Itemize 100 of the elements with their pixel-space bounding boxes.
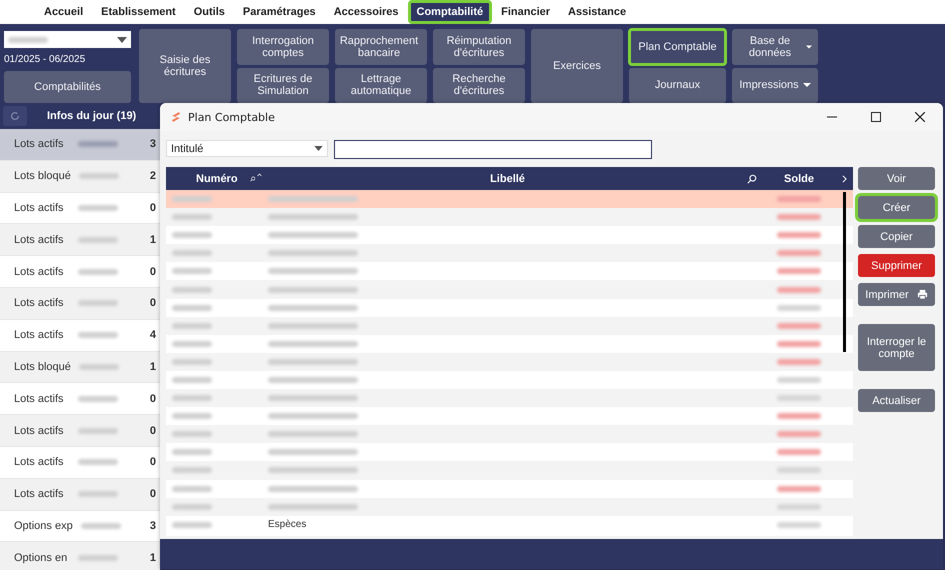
caret-icon: [806, 44, 812, 49]
ribbon-button[interactable]: Ecritures de Simulation: [237, 68, 329, 103]
redacted-text: [172, 196, 212, 202]
redacted-text: [78, 268, 118, 275]
search-icon[interactable]: [250, 174, 256, 184]
info-row[interactable]: Lots actifs 0: [0, 288, 160, 320]
menu-item[interactable]: Etablissement: [93, 1, 184, 23]
refresh-button[interactable]: [3, 106, 27, 126]
table-row[interactable]: [166, 190, 853, 208]
app-logo-icon: [170, 111, 182, 123]
redacted-text: [78, 364, 119, 370]
info-label: Lots actifs: [14, 297, 65, 310]
redacted-text: [172, 214, 212, 220]
redacted-text: [172, 304, 212, 311]
redacted-text: [172, 358, 212, 365]
info-row[interactable]: Lots bloqué 1: [0, 352, 160, 384]
info-row[interactable]: Lots actifs 0: [0, 415, 160, 447]
info-count: 1: [150, 360, 156, 373]
column-header[interactable]: Numéro: [166, 167, 262, 190]
action-button[interactable]: Voir: [858, 167, 935, 190]
info-row[interactable]: Lots actifs 3: [0, 129, 160, 161]
info-count: 0: [150, 392, 156, 405]
info-label: Lots actifs: [14, 266, 65, 278]
info-label: Lots actifs: [14, 424, 65, 437]
filter-dropdown[interactable]: Intitulé: [166, 140, 328, 157]
redacted-text: [78, 173, 119, 180]
redacted-text: [172, 286, 212, 293]
table-row[interactable]: [166, 208, 853, 226]
info-label: Lots actifs: [14, 234, 65, 246]
maximize-icon[interactable]: [871, 112, 881, 122]
action-button[interactable]: Interroger le compte: [858, 324, 935, 371]
ribbon-button[interactable]: Exercices: [531, 29, 623, 103]
search-icon[interactable]: [747, 174, 757, 184]
info-label: Options en: [14, 552, 68, 564]
info-row[interactable]: Lots bloqué 2: [0, 160, 160, 193]
info-label: Lots bloqué: [14, 170, 71, 182]
menu-item[interactable]: Accueil: [36, 1, 92, 23]
redacted-text: [172, 522, 212, 528]
info-label: Lots bloqué: [14, 360, 71, 373]
info-count: 0: [150, 297, 156, 310]
ribbon-button[interactable]: Plan Comptable: [629, 29, 726, 64]
ribbon-button[interactable]: Réimputation d'écritures: [433, 29, 525, 64]
info-label: Lots actifs: [14, 202, 65, 214]
redacted-text: [172, 486, 212, 492]
ribbon-button[interactable]: Rapprochement bancaire: [335, 29, 427, 64]
scrollbar[interactable]: [843, 192, 846, 352]
redacted-text: [78, 396, 118, 402]
redacted-text: [172, 322, 212, 329]
info-row[interactable]: Options en 1: [0, 542, 160, 570]
action-button[interactable]: Copier: [858, 225, 935, 248]
redacted-text: [172, 340, 212, 347]
info-count: 3: [150, 138, 156, 150]
caret-icon: [314, 146, 323, 151]
redacted-text: [172, 395, 212, 402]
info-count: 4: [150, 329, 156, 342]
ribbon-button[interactable]: Impressions: [732, 68, 818, 103]
menu-item[interactable]: Accessoires: [326, 1, 407, 23]
printer-icon: [916, 289, 928, 300]
info-row[interactable]: Lots actifs 0: [0, 478, 160, 511]
redacted-text: [8, 36, 48, 42]
info-count: 0: [150, 456, 156, 468]
search-field[interactable]: [334, 140, 652, 159]
info-label: Lots actifs: [14, 138, 65, 150]
ribbon-button[interactable]: Base de données: [732, 29, 818, 64]
ribbon-button[interactable]: Recherche d'écritures: [433, 68, 525, 103]
menu-item[interactable]: Financier: [493, 1, 558, 23]
company-dropdown[interactable]: [4, 31, 131, 48]
action-button[interactable]: Imprimer: [858, 283, 935, 306]
redacted-text: [172, 268, 212, 274]
menu-item[interactable]: Paramétrages: [234, 1, 324, 23]
info-count: 0: [150, 266, 156, 278]
redacted-text: [172, 250, 212, 256]
column-header[interactable]: Solde: [763, 167, 835, 190]
action-button[interactable]: Créer: [858, 196, 935, 219]
ribbon-button[interactable]: Interrogation comptes: [237, 29, 329, 64]
column-header[interactable]: Libellé: [262, 167, 763, 190]
chevron-right-icon[interactable]: [842, 174, 846, 182]
info-row[interactable]: Lots actifs 0: [0, 192, 160, 224]
menu-item[interactable]: Comptabilité: [408, 1, 492, 23]
info-label: Lots actifs: [14, 456, 65, 468]
menu-item[interactable]: Assistance: [560, 1, 634, 23]
info-row[interactable]: Options exp 3: [0, 510, 160, 542]
ribbon-button[interactable]: Journaux: [629, 68, 726, 103]
info-label: Lots actifs: [14, 329, 65, 342]
redacted-text: [172, 431, 212, 438]
action-button[interactable]: Actualiser: [858, 389, 935, 412]
redacted-text: [78, 459, 118, 466]
ribbon-button[interactable]: Lettrage automatique: [335, 68, 427, 103]
comptabilites-button[interactable]: Comptabilités: [4, 71, 131, 103]
info-count: 2: [150, 170, 156, 182]
sort-ascending-icon: [257, 172, 262, 178]
period-text: 01/2025 - 06/2025: [4, 54, 86, 65]
redacted-text: [78, 554, 118, 561]
action-button[interactable]: Supprimer: [858, 254, 935, 277]
menu-item[interactable]: Outils: [186, 1, 233, 23]
ribbon-button[interactable]: Saisie des écritures: [139, 29, 231, 103]
close-icon[interactable]: [915, 112, 925, 122]
info-row[interactable]: Lots actifs 1: [0, 224, 160, 256]
redacted-text: [78, 332, 118, 338]
redacted-text: [172, 376, 212, 383]
